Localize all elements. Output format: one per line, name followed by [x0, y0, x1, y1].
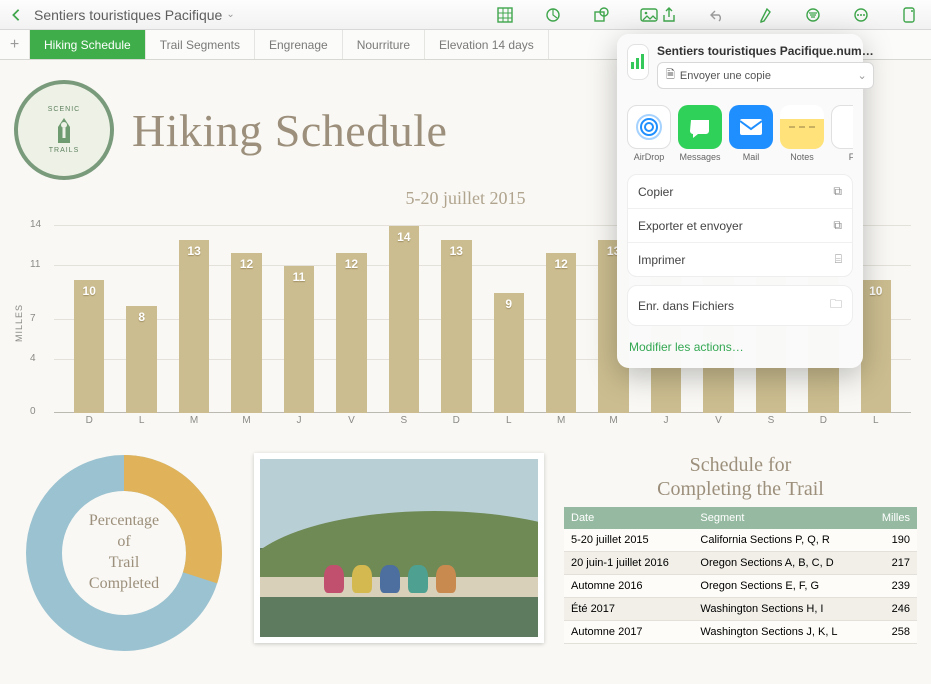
grid-icon[interactable]: [495, 5, 515, 25]
table-row[interactable]: Automne 2017Washington Sections J, K, L2…: [564, 621, 917, 644]
top-toolbar: Sentiers touristiques Pacifique ⌄: [0, 0, 931, 30]
edit-actions-link[interactable]: Modifier les actions…: [627, 336, 853, 358]
add-tab-button[interactable]: +: [0, 30, 30, 59]
format-icon[interactable]: [755, 5, 775, 25]
table-row[interactable]: Automne 2016Oregon Sections E, F, G239: [564, 575, 917, 598]
bar[interactable]: 14: [389, 226, 419, 413]
page-title: Hiking Schedule: [132, 104, 447, 157]
tab-hiking-schedule[interactable]: Hiking Schedule: [30, 30, 146, 59]
tab-elevation-14-days[interactable]: Elevation 14 days: [425, 30, 549, 59]
table-row[interactable]: 5-20 juillet 2015California Sections P, …: [564, 529, 917, 552]
share-action-exporter-et-envoyer[interactable]: Exporter et envoyer⧉: [628, 209, 852, 243]
share-action-copier[interactable]: Copier⧉: [628, 175, 852, 209]
share-action-enr-dans-fichiers[interactable]: Enr. dans Fichiers🗀: [628, 286, 852, 325]
bar[interactable]: 12: [231, 253, 261, 413]
share-mode-select[interactable]: 🗎 Envoyer une copie: [657, 62, 874, 89]
donut-chart[interactable]: Percentage of Trail Completed: [14, 453, 234, 653]
tab-nourriture[interactable]: Nourriture: [343, 30, 425, 59]
bar[interactable]: 12: [336, 253, 366, 413]
share-icon[interactable]: [659, 5, 679, 25]
schedule-table-wrap: Schedule for Completing the Trail DateSe…: [564, 453, 917, 644]
bar[interactable]: 11: [284, 266, 314, 413]
logo-text-bottom: TRAILS: [49, 147, 80, 154]
bar[interactable]: 8: [126, 306, 156, 413]
logo-badge: SCENIC TRAILS: [14, 80, 114, 180]
more-icon[interactable]: [851, 5, 871, 25]
shape-icon[interactable]: [591, 5, 611, 25]
bar[interactable]: 13: [441, 240, 471, 413]
donut-label: Percentage of Trail Completed: [70, 499, 178, 607]
y-axis-label: MILLES: [14, 304, 24, 342]
chevron-down-icon: ⌄: [226, 9, 234, 20]
share-action-imprimer[interactable]: Imprimer⌸: [628, 243, 852, 276]
back-icon[interactable]: [6, 5, 26, 25]
logo-text-top: SCENIC: [48, 106, 80, 113]
bar[interactable]: 10: [74, 280, 104, 413]
share-app-fr[interactable]: ✦Fr: [831, 105, 853, 162]
media-icon[interactable]: [639, 5, 659, 25]
schedule-table[interactable]: DateSegmentMilles 5-20 juillet 2015Calif…: [564, 507, 917, 644]
doc-small-icon: 🗎: [666, 66, 675, 85]
numbers-app-icon: [627, 44, 649, 80]
share-filename: Sentiers touristiques Pacifique.num…: [657, 44, 874, 58]
share-app-mail[interactable]: Mail: [729, 105, 773, 162]
share-app-notes[interactable]: Notes: [780, 105, 824, 162]
bar[interactable]: 10: [861, 280, 891, 413]
share-apps-row: AirDropMessagesMailNotes ✦Fr: [627, 95, 853, 172]
bar[interactable]: 13: [179, 240, 209, 413]
table-title: Schedule for Completing the Trail: [564, 453, 917, 501]
doc-title-text: Sentiers touristiques Pacifique: [34, 7, 222, 23]
photo-thumbnail[interactable]: [254, 453, 544, 643]
bar[interactable]: 9: [494, 293, 524, 413]
doc-title[interactable]: Sentiers touristiques Pacifique ⌄: [34, 7, 235, 23]
table-row[interactable]: Été 2017Washington Sections H, I246: [564, 598, 917, 621]
filter-icon[interactable]: [803, 5, 823, 25]
table-row[interactable]: 20 juin-1 juillet 2016Oregon Sections A,…: [564, 552, 917, 575]
share-app-messages[interactable]: Messages: [678, 105, 722, 162]
share-app-airdrop[interactable]: AirDrop: [627, 105, 671, 162]
chart-icon[interactable]: [543, 5, 563, 25]
share-popover: Sentiers touristiques Pacifique.num… 🗎 E…: [617, 34, 863, 368]
doc-icon[interactable]: [899, 5, 919, 25]
bar[interactable]: 12: [546, 253, 576, 413]
tab-trail-segments[interactable]: Trail Segments: [146, 30, 255, 59]
tab-engrenage[interactable]: Engrenage: [255, 30, 343, 59]
undo-icon[interactable]: [707, 5, 727, 25]
